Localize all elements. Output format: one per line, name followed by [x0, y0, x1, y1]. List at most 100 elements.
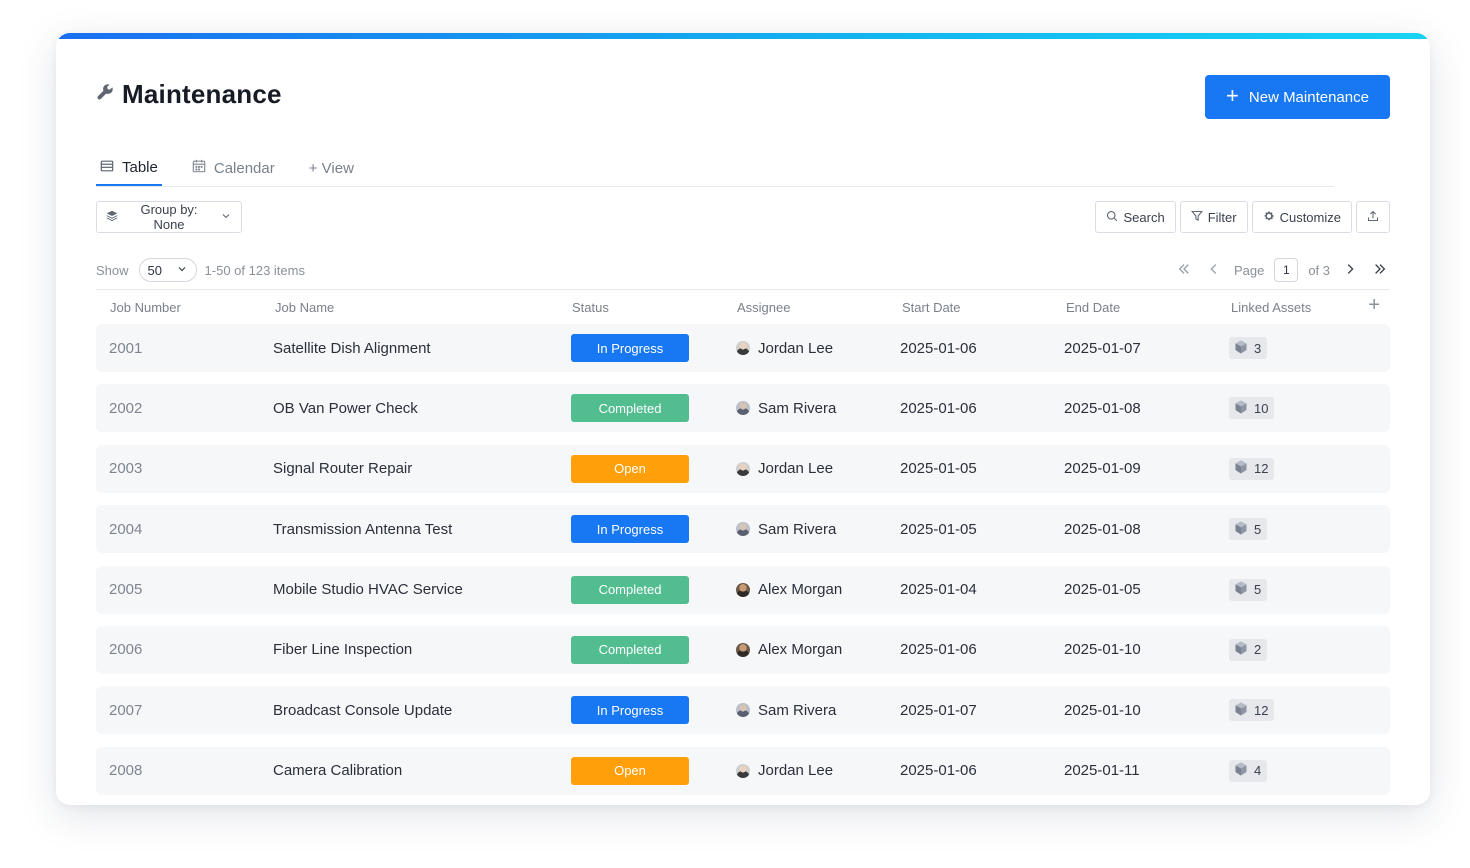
first-page-icon[interactable]: [1174, 262, 1194, 279]
toolbar-left: Group by: None: [96, 201, 242, 233]
linked-assets-chip[interactable]: 3: [1229, 337, 1268, 359]
start-date: 2025-01-05: [900, 520, 977, 538]
end-date: 2025-01-09: [1064, 460, 1141, 478]
linked-assets-chip[interactable]: 2: [1229, 638, 1268, 661]
job-name: Satellite Dish Alignment: [273, 339, 431, 357]
new-maintenance-button[interactable]: + New Maintenance: [1205, 75, 1390, 119]
layers-icon: [106, 210, 118, 225]
table-row[interactable]: 2003 Signal Router Repair Open Jordan Le…: [96, 444, 1390, 493]
linked-assets-cell: 5: [1229, 566, 1268, 614]
tab-calendar[interactable]: Calendar: [188, 151, 279, 185]
export-button[interactable]: [1356, 201, 1390, 233]
assignee-cell: Jordan Lee: [736, 445, 833, 493]
status-badge[interactable]: Completed: [571, 394, 689, 423]
linked-assets-count: 10: [1254, 400, 1269, 416]
avatar: [736, 522, 750, 537]
add-column-icon[interactable]: +: [1368, 294, 1380, 317]
job-number: 2003: [109, 460, 143, 478]
pagination-bar: Show 50 1-50 of 123 items Page 1 of 3: [96, 257, 1390, 283]
status-badge[interactable]: Completed: [571, 575, 689, 604]
column-header-job-name[interactable]: Job Name: [275, 300, 334, 315]
table-row[interactable]: 2002 OB Van Power Check Completed Sam Ri…: [96, 384, 1390, 433]
assignee-name: Sam Rivera: [758, 520, 837, 538]
cube-icon: [1233, 339, 1249, 358]
start-date: 2025-01-06: [900, 762, 977, 780]
filter-icon: [1190, 210, 1203, 225]
avatar: [736, 461, 750, 476]
status-cell: Open: [571, 747, 689, 795]
avatar: [736, 703, 750, 718]
status-badge[interactable]: In Progress: [571, 334, 689, 362]
job-number: 2006: [109, 641, 143, 659]
group-by-label: Group by: None: [140, 202, 198, 232]
assignee-name: Jordan Lee: [758, 460, 834, 478]
assignee-cell: Jordan Lee: [736, 324, 833, 372]
assignee-name: Alex Morgan: [758, 581, 843, 599]
table-row[interactable]: 2007 Broadcast Console Update In Progres…: [96, 686, 1390, 735]
group-by-dropdown[interactable]: Group by: None: [96, 201, 242, 233]
assignee-name: Jordan Lee: [758, 762, 834, 780]
assignee-name: Sam Rivera: [758, 399, 837, 417]
table-row[interactable]: 2004 Transmission Antenna Test In Progre…: [96, 505, 1390, 554]
table-row[interactable]: 2008 Camera Calibration Open Jordan Lee …: [96, 746, 1390, 795]
customize-button[interactable]: Customize: [1251, 201, 1352, 233]
search-button[interactable]: Search: [1095, 201, 1176, 233]
last-page-icon[interactable]: [1370, 262, 1390, 279]
column-header-end-date[interactable]: End Date: [1066, 300, 1120, 315]
status-badge[interactable]: Open: [571, 756, 689, 785]
show-label: Show: [96, 262, 129, 278]
next-page-icon[interactable]: [1340, 262, 1360, 279]
column-header-job-number[interactable]: Job Number: [110, 300, 181, 315]
column-header-linked-assets[interactable]: Linked Assets: [1231, 300, 1311, 315]
table-row[interactable]: 2005 Mobile Studio HVAC Service Complete…: [96, 565, 1390, 614]
column-header-assignee[interactable]: Assignee: [737, 300, 790, 315]
job-number: 2004: [109, 520, 143, 538]
status-badge[interactable]: Open: [571, 454, 689, 483]
assignee-name: Jordan Lee: [758, 339, 834, 357]
calendar-icon: [192, 159, 206, 177]
upload-icon: [1367, 210, 1379, 225]
start-date: 2025-01-05: [900, 460, 977, 478]
tab-table-label: Table: [122, 159, 158, 176]
linked-assets-chip[interactable]: 5: [1229, 578, 1268, 601]
column-header-status[interactable]: Status: [572, 300, 609, 315]
linked-assets-chip[interactable]: 5: [1229, 518, 1268, 541]
page-header: Maintenance: [96, 79, 282, 110]
avatar: [736, 341, 750, 355]
status-badge[interactable]: In Progress: [571, 515, 689, 544]
tab-table[interactable]: Table: [96, 151, 162, 186]
status-cell: Open: [571, 445, 689, 493]
table-row[interactable]: 2006 Fiber Line Inspection Completed Ale…: [96, 625, 1390, 674]
linked-assets-chip[interactable]: 12: [1229, 699, 1275, 722]
cube-icon: [1233, 399, 1249, 418]
customize-label: Customize: [1279, 209, 1341, 225]
linked-assets-count: 3: [1254, 340, 1262, 356]
linked-assets-count: 12: [1254, 461, 1269, 477]
prev-page-icon[interactable]: [1204, 262, 1224, 279]
status-badge[interactable]: Completed: [571, 635, 689, 664]
filter-button[interactable]: Filter: [1179, 201, 1248, 233]
search-label: Search: [1123, 209, 1165, 225]
page-size-select[interactable]: 50: [138, 258, 197, 282]
cube-icon: [1233, 580, 1249, 599]
start-date: 2025-01-06: [900, 399, 977, 417]
status-cell: Completed: [571, 566, 689, 614]
job-number: 2002: [109, 399, 143, 417]
total-pages-text: of 3: [1308, 262, 1330, 278]
job-number: 2007: [109, 701, 143, 719]
avatar: [736, 582, 750, 597]
view-tabs: Table Calendar + View: [96, 151, 1334, 187]
avatar: [736, 763, 750, 778]
linked-assets-chip[interactable]: 12: [1229, 457, 1275, 480]
linked-assets-chip[interactable]: 10: [1229, 397, 1275, 420]
tab-add-view[interactable]: + View: [305, 151, 358, 185]
page-number-input[interactable]: 1: [1274, 258, 1299, 282]
status-badge[interactable]: In Progress: [571, 696, 689, 725]
job-name: Fiber Line Inspection: [273, 641, 413, 659]
job-name: Transmission Antenna Test: [273, 520, 453, 538]
chevron-down-icon: [176, 263, 188, 278]
page-size-value: 50: [147, 262, 162, 278]
table-row[interactable]: 2001 Satellite Dish Alignment In Progres…: [96, 324, 1390, 372]
linked-assets-chip[interactable]: 4: [1229, 759, 1268, 782]
column-header-start-date[interactable]: Start Date: [902, 300, 961, 315]
